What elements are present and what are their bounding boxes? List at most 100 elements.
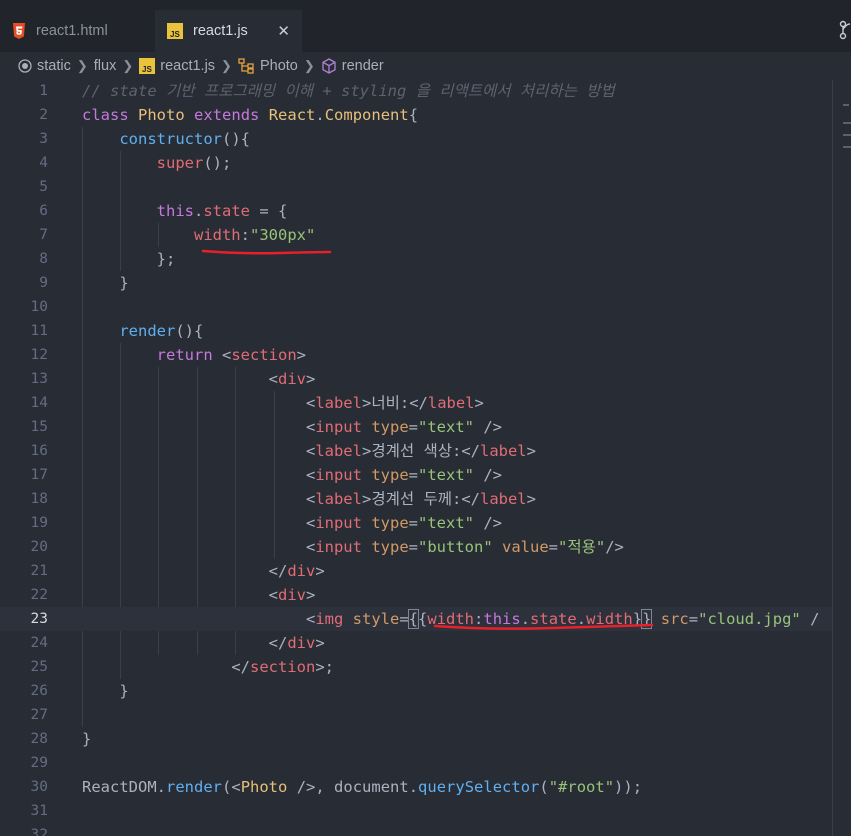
line-number: 22	[30, 587, 48, 603]
code-text: </section>;	[231, 658, 334, 676]
line-number: 7	[39, 227, 48, 243]
code-line[interactable]: 7 width:"300px"	[0, 223, 832, 247]
breadcrumb-label: flux	[93, 58, 117, 74]
line-number: 26	[30, 683, 48, 699]
code-text: return <section>	[156, 346, 307, 364]
breadcrumb-item-method[interactable]: render	[321, 58, 384, 74]
minimap-marker	[843, 146, 851, 148]
code-line[interactable]: 29	[0, 751, 832, 775]
code-line[interactable]: 15 <input type="text" />	[0, 415, 832, 439]
tab-react1-js[interactable]: JS react1.js ✕	[155, 10, 302, 52]
breadcrumb-item-file[interactable]: JS react1.js	[139, 58, 215, 74]
code-text: width:"300px"	[193, 226, 316, 244]
code-line[interactable]: 4 super();	[0, 151, 832, 175]
code-line[interactable]: 27	[0, 703, 832, 727]
tab-react1-html[interactable]: react1.html	[0, 10, 154, 52]
code-text: <label>경계선 두께:</label>	[305, 490, 536, 508]
code-line[interactable]: 8 };	[0, 247, 832, 271]
chevron-right-icon: ❯	[76, 58, 88, 73]
line-number: 9	[39, 275, 48, 291]
code-line[interactable]: 1 // state 기반 프로그래밍 이해 + styling 을 리액트에서 …	[0, 80, 832, 103]
breadcrumb-item-flux[interactable]: flux	[94, 58, 117, 74]
code-text: <input type="text" />	[305, 418, 503, 436]
code-text: constructor(){	[119, 130, 250, 148]
code-line[interactable]: 18 <label>경계선 두께:</label>	[0, 487, 832, 511]
code-line[interactable]: 26 }	[0, 679, 832, 703]
method-cube-icon	[321, 58, 337, 74]
breadcrumb-item-static[interactable]: static	[18, 58, 71, 74]
code-text: <div>	[268, 586, 316, 604]
class-icon	[238, 58, 255, 74]
line-number: 23	[30, 611, 48, 627]
code-text: }	[82, 682, 129, 700]
line-number: 11	[30, 323, 48, 339]
svg-text:JS: JS	[170, 30, 180, 39]
code-line[interactable]: 28}	[0, 727, 832, 751]
code-line[interactable]: 11 render(){	[0, 319, 832, 343]
code-editor[interactable]: 1 // state 기반 프로그래밍 이해 + styling 을 리액트에서 …	[0, 80, 832, 836]
line-number: 10	[30, 299, 48, 315]
code-line[interactable]: 17 <input type="text" />	[0, 463, 832, 487]
code-line[interactable]: 2 class Photo extends React.Component{	[0, 103, 832, 127]
code-line[interactable]: 5	[0, 175, 832, 199]
code-line[interactable]: 31	[0, 799, 832, 823]
close-icon[interactable]: ✕	[277, 22, 290, 40]
code-text: <input type="text" />	[305, 514, 503, 532]
code-line[interactable]: 22 <div>	[0, 583, 832, 607]
code-text: // state 기반 프로그래밍 이해 + styling 을 리액트에서 처…	[82, 82, 615, 100]
code-line[interactable]: 25 </section>;	[0, 655, 832, 679]
code-line[interactable]: 16 <label>경계선 색상:</label>	[0, 439, 832, 463]
minimap-marker	[843, 122, 851, 124]
js-file-icon: JS	[139, 58, 156, 74]
code-line[interactable]: 10	[0, 295, 832, 319]
code-text: <div>	[268, 370, 316, 388]
line-number: 24	[30, 635, 48, 651]
code-line[interactable]: 3 constructor(){	[0, 127, 832, 151]
tab-bar: react1.html JS react1.js ✕	[0, 0, 851, 52]
line-number: 13	[30, 371, 48, 387]
line-number: 19	[30, 515, 48, 531]
line-number: 15	[30, 419, 48, 435]
line-number: 14	[30, 395, 48, 411]
code-line[interactable]: 30 ReactDOM.render(<Photo />, document.qu…	[0, 775, 832, 799]
breadcrumb-label: render	[341, 58, 384, 74]
code-text: this.state = {	[156, 202, 288, 220]
breadcrumb-label: react1.js	[160, 58, 216, 74]
svg-text:JS: JS	[142, 65, 152, 74]
line-number: 27	[30, 707, 48, 723]
line-number: 2	[39, 107, 48, 123]
code-text: <label>경계선 색상:</label>	[305, 442, 536, 460]
code-line[interactable]: 13 <div>	[0, 367, 832, 391]
minimap-marker	[843, 134, 851, 136]
line-number: 20	[30, 539, 48, 555]
line-number: 16	[30, 443, 48, 459]
line-number: 12	[30, 347, 48, 363]
editor-scrollbar[interactable]	[832, 80, 851, 836]
chevron-right-icon: ❯	[303, 58, 315, 73]
source-control-icon[interactable]	[837, 20, 851, 40]
code-line[interactable]: 9 }	[0, 271, 832, 295]
code-line[interactable]: 21 </div>	[0, 559, 832, 583]
line-number: 17	[30, 467, 48, 483]
code-line[interactable]: 23 <img style={{width:this.state.width}}…	[0, 607, 832, 631]
tab-label: react1.html	[36, 23, 108, 39]
line-number: 8	[39, 251, 48, 267]
code-text: }	[82, 274, 129, 292]
code-line[interactable]: 20 <input type="button" value="적용"/>	[0, 535, 832, 559]
line-number: 31	[30, 803, 48, 819]
line-number: 32	[30, 827, 48, 836]
code-text: <img style={{width:this.state.width}} sr…	[305, 609, 820, 629]
code-text: ReactDOM.render(<Photo />, document.quer…	[82, 778, 643, 796]
code-line[interactable]: 24 </div>	[0, 631, 832, 655]
code-line[interactable]: 14 <label>너비:</label>	[0, 391, 832, 415]
line-number: 5	[39, 179, 48, 195]
code-line[interactable]: 32	[0, 823, 832, 836]
html5-icon	[12, 23, 26, 39]
circle-dot-icon	[18, 59, 32, 73]
breadcrumb-item-class[interactable]: Photo	[238, 58, 298, 74]
code-text: <label>너비:</label>	[305, 394, 484, 412]
code-line[interactable]: 12 return <section>	[0, 343, 832, 367]
code-text: }	[82, 730, 92, 748]
code-line[interactable]: 19 <input type="text" />	[0, 511, 832, 535]
code-line[interactable]: 6 this.state = {	[0, 199, 832, 223]
